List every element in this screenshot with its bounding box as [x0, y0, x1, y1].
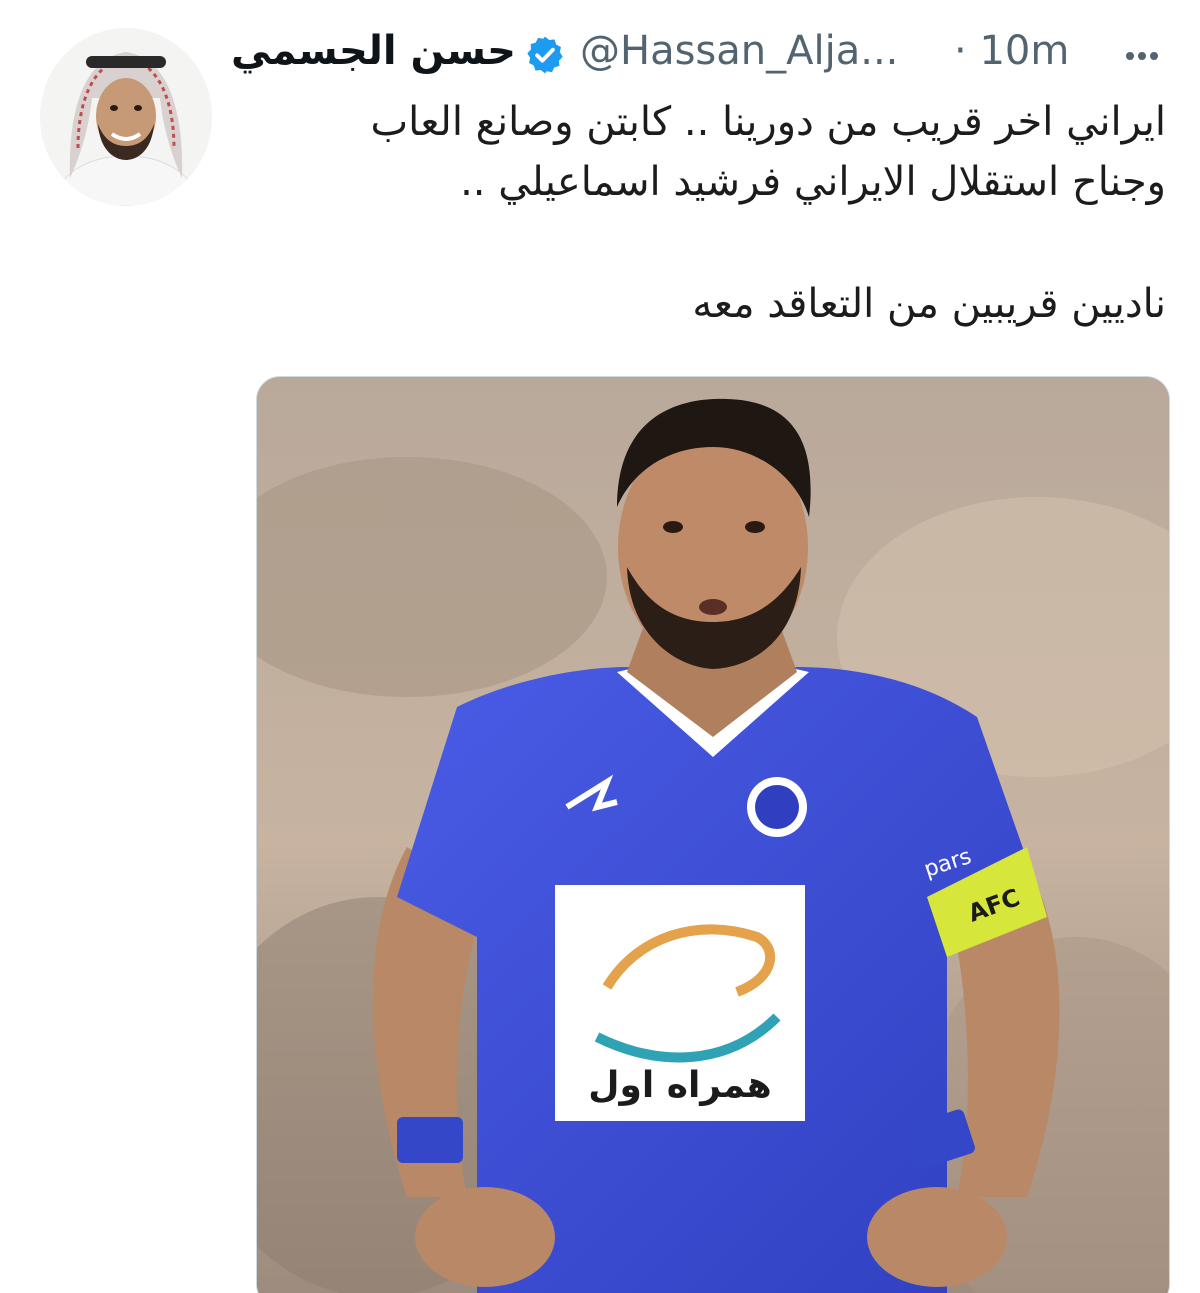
tweet-timestamp[interactable]: · 10m: [954, 28, 1069, 74]
time-value: 10m: [979, 28, 1070, 74]
profile-avatar[interactable]: [40, 28, 212, 206]
tweet-line-2: وجناح استقلال الايراني فرشيد اسماعيلي ..: [460, 159, 1166, 205]
tweet-line-3: ناديين قريبين من التعاقد معه: [692, 281, 1166, 327]
tweet-media-photo[interactable]: همراه اول pars AFC: [256, 376, 1170, 1293]
kit-sponsor-text: همراه اول: [588, 1065, 772, 1106]
time-separator: ·: [954, 28, 967, 74]
author-display-name[interactable]: حسن الجسمي: [231, 28, 516, 74]
verified-badge-icon: [524, 34, 566, 76]
author-handle[interactable]: @Hassan_Alja...: [580, 28, 898, 74]
more-options-icon[interactable]: [1122, 40, 1162, 72]
tweet-text: ايراني اخر قريب من دورينا .. كابتن وصانع…: [246, 92, 1167, 334]
tweet-line-1: ايراني اخر قريب من دورينا .. كابتن وصانع…: [370, 99, 1167, 145]
tweet-card: حسن الجسمي @Hassan_Alja... · 10m ايراني …: [0, 0, 1200, 1293]
